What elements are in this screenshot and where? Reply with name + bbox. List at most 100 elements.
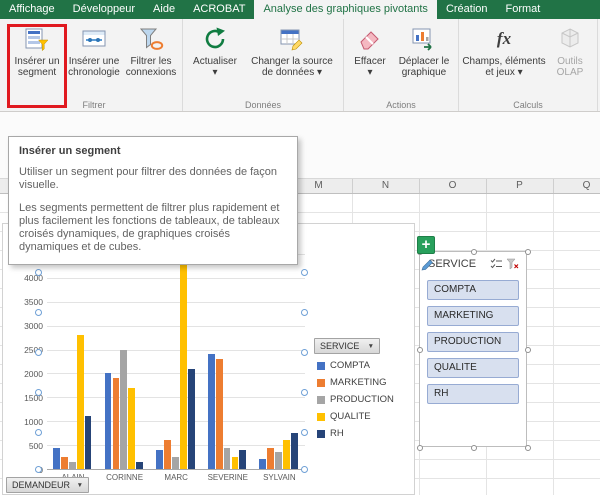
slicer-item-production[interactable]: PRODUCTION <box>427 332 519 352</box>
ribbon-button-clear[interactable]: Effacer ▾ <box>347 21 393 78</box>
worksheet[interactable]: MNOPQ SERVICE ▼ DEMANDEUR ▼ 050010001500… <box>0 112 600 495</box>
change-source-icon <box>279 25 305 53</box>
bar-qualite-marc <box>179 254 187 469</box>
tooltip-body-1: Utiliser un segment pour filtrer des don… <box>19 166 278 191</box>
bar-qualite-severine <box>231 457 239 469</box>
slicer-multiselect-button[interactable] <box>488 257 504 271</box>
tooltip-title: Insérer un segment <box>19 145 121 157</box>
legend-field-button-service[interactable]: SERVICE ▼ <box>314 338 380 354</box>
slicer-selection-handle[interactable] <box>417 445 423 451</box>
bar-qualite-sylvain <box>283 440 290 469</box>
ribbon-group-label: Calculs <box>513 100 543 110</box>
ribbon-button-change-data-source[interactable]: Changer la source de données ▾ <box>244 21 340 78</box>
ribbon-button-move-chart[interactable]: Déplacer le graphique <box>393 21 455 78</box>
chart-styles-button[interactable] <box>419 259 435 275</box>
slicer-selection-handle[interactable] <box>417 347 423 353</box>
bar-production-corinne <box>120 349 128 469</box>
y-axis-label: 1000 <box>24 416 43 427</box>
legend-swatch <box>317 378 325 387</box>
selection-handle[interactable] <box>300 308 308 316</box>
ribbon-button-olap-tools: Outils OLAP <box>546 21 594 78</box>
tab-format[interactable]: Format <box>497 0 550 19</box>
legend-swatch <box>317 361 325 370</box>
ribbon-button-refresh[interactable]: Actualiser ▾ <box>186 21 244 78</box>
axis-field-button-demandeur[interactable]: DEMANDEUR ▼ <box>6 477 89 493</box>
slicer-title: SERVICE <box>428 258 477 270</box>
selection-handle[interactable] <box>34 348 42 356</box>
column-header-q[interactable]: Q <box>553 180 600 191</box>
slicer-selection-handle[interactable] <box>471 249 477 255</box>
selection-handle[interactable] <box>300 428 308 436</box>
chevron-down-icon: ▼ <box>76 481 83 489</box>
ribbon-button-label: Changer la source de données ▾ <box>251 56 333 78</box>
bar-compta-alain <box>53 447 60 469</box>
bar-production-severine <box>223 447 231 469</box>
column-header-o[interactable]: O <box>419 180 486 191</box>
ribbon-button-label: Effacer ▾ <box>354 56 386 78</box>
legend-swatch <box>317 395 325 404</box>
ribbon-group-label: Données <box>244 100 282 110</box>
tab-developpeur[interactable]: Développeur <box>64 0 144 19</box>
slicer-selection-handle[interactable] <box>525 249 531 255</box>
bar-rh-corinne <box>136 461 144 469</box>
column-header-p[interactable]: P <box>486 180 553 191</box>
bar-qualite-alain <box>76 335 84 469</box>
ribbon-button-label: Actualiser ▾ <box>193 56 237 78</box>
ribbon: Insérer un segment Insérer une chronologie F… <box>0 19 600 112</box>
legend-entry-qualite: QUALITE <box>317 411 371 422</box>
axis-field-label: DEMANDEUR <box>12 480 71 490</box>
tab-analyse-des-graphiques-pivotants[interactable]: Analyse des graphiques pivotants <box>254 0 437 19</box>
ribbon-button-insert-timeline[interactable]: Insérer une chronologie <box>65 21 123 78</box>
ribbon-group-donnees: Actualiser ▾ Changer la source de données ▾… <box>183 19 344 111</box>
timeline-icon <box>81 25 107 53</box>
selection-handle[interactable] <box>34 428 42 436</box>
slicer-selection-handle[interactable] <box>525 445 531 451</box>
x-axis-line <box>47 469 305 470</box>
slicer-clear-filter-button[interactable] <box>504 257 520 271</box>
slicer-service[interactable]: SERVICE COMPTA MARKETING PRODUCTION QUALITE… <box>417 249 531 451</box>
selection-handle[interactable] <box>300 388 308 396</box>
slicer-item-compta[interactable]: COMPTA <box>427 280 519 300</box>
chart-gridline <box>47 397 305 399</box>
selection-handle[interactable] <box>300 465 308 473</box>
olap-icon <box>557 25 583 53</box>
tooltip-body-2: Les segments permettent de filtrer plus … <box>19 202 280 253</box>
selection-handle[interactable] <box>34 308 42 316</box>
slicer-items: COMPTA MARKETING PRODUCTION QUALITE RH <box>420 275 526 404</box>
refresh-icon <box>202 25 228 53</box>
ribbon-button-label: Champs, éléments et jeux ▾ <box>462 56 546 78</box>
slicer-item-marketing[interactable]: MARKETING <box>427 306 519 326</box>
tab-acrobat[interactable]: ACROBAT <box>184 0 254 19</box>
x-axis-label-marc: MARC <box>164 473 188 482</box>
bar-qualite-corinne <box>128 387 136 469</box>
selection-handle[interactable] <box>300 268 308 276</box>
column-header-n[interactable]: N <box>352 180 419 191</box>
chart-elements-button[interactable]: + <box>417 236 435 254</box>
selection-handle[interactable] <box>300 348 308 356</box>
bar-marketing-sylvain <box>267 447 275 469</box>
chart-gridline <box>47 277 305 279</box>
slicer-selection-handle[interactable] <box>471 445 477 451</box>
tab-creation[interactable]: Création <box>437 0 497 19</box>
selection-handle[interactable] <box>34 268 42 276</box>
selection-handle[interactable] <box>34 388 42 396</box>
x-axis-label-sylvain: SYLVAIN <box>263 473 296 482</box>
tooltip: Insérer un segment Utiliser un segment p… <box>8 136 298 265</box>
bar-production-marc <box>172 457 179 469</box>
slicer-selection-handle[interactable] <box>525 347 531 353</box>
ribbon-button-filter-connections[interactable]: Filtrer les connexions <box>123 21 179 78</box>
tab-affichage[interactable]: Affichage <box>0 0 64 19</box>
bar-compta-severine <box>207 354 215 469</box>
bar-rh-sylvain <box>291 433 298 469</box>
selection-handle[interactable] <box>34 465 42 473</box>
bar-rh-marc <box>187 368 195 469</box>
slicer-item-qualite[interactable]: QUALITE <box>427 358 519 378</box>
tab-aide[interactable]: Aide <box>144 0 184 19</box>
bar-rh-severine <box>239 449 247 469</box>
clear-filter-icon <box>505 258 518 270</box>
ribbon-group-actions: Effacer ▾ Déplacer le graphique Actions <box>344 19 459 111</box>
ribbon-button-fields-items-sets[interactable]: fx Champs, éléments et jeux ▾ <box>462 21 546 78</box>
chart-gridline <box>47 373 305 375</box>
slicer-item-rh[interactable]: RH <box>427 384 519 404</box>
clear-icon <box>357 25 383 53</box>
